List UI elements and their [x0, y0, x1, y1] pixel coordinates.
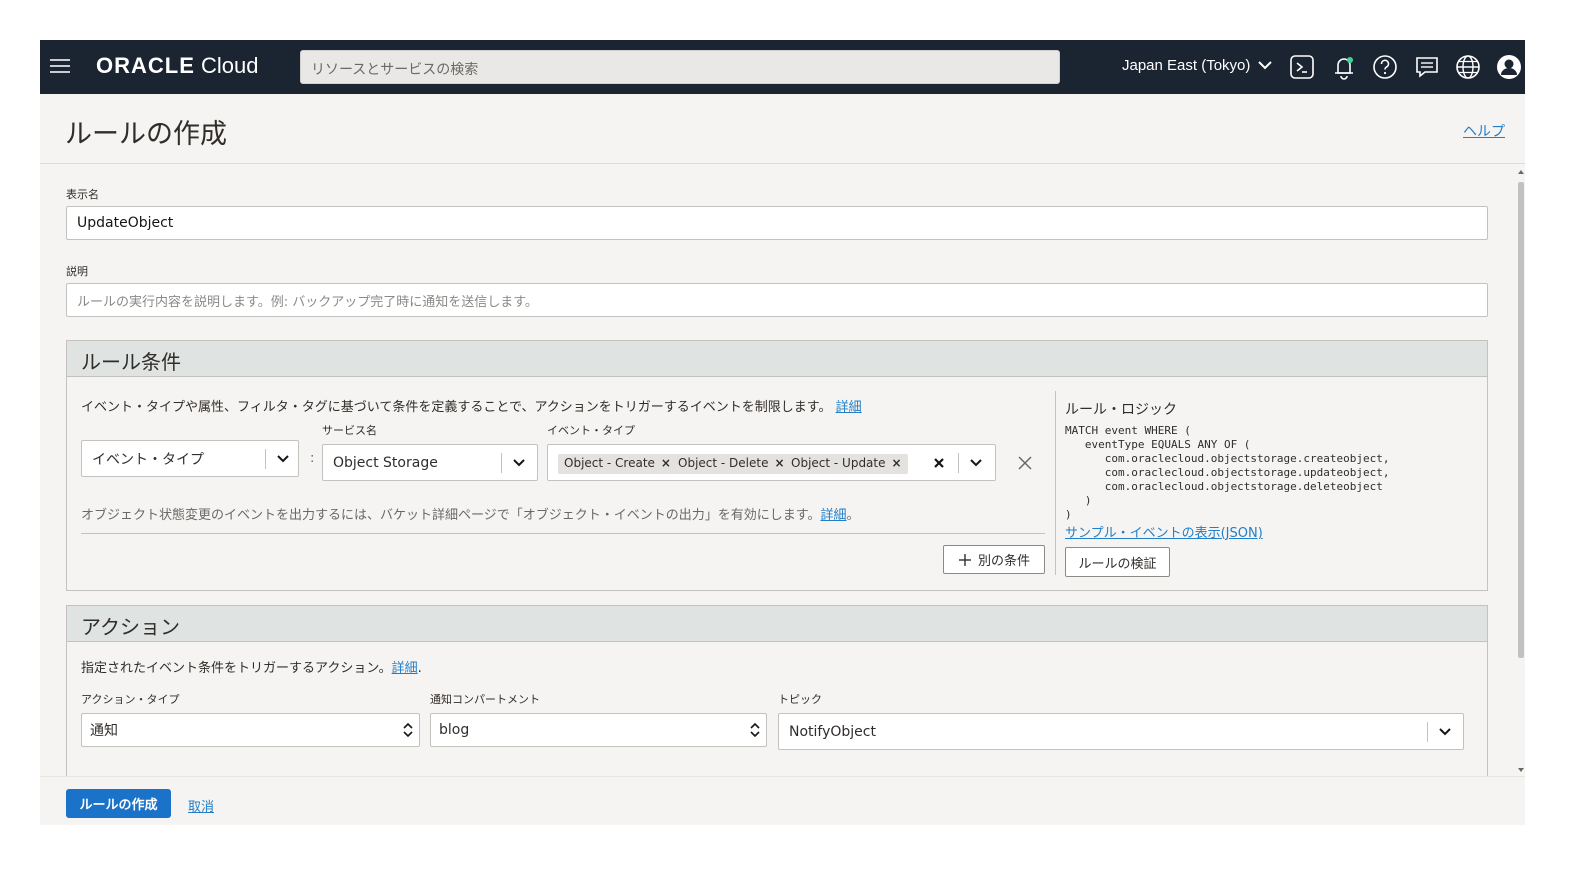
oracle-cloud-logo[interactable]: ORACLE Cloud — [96, 53, 259, 79]
search-input[interactable]: リソースとサービスの検索 — [300, 50, 1060, 84]
plus-icon — [958, 553, 971, 566]
scroll-up-arrow-icon[interactable] — [1517, 168, 1525, 176]
remove-chip-icon[interactable]: × — [774, 456, 784, 470]
event-type-chip-label: Object - Update — [791, 456, 886, 470]
actions-intro-text: 指定されたイベント条件をトリガーするアクション。 — [81, 661, 392, 676]
vertical-divider — [1055, 391, 1056, 575]
console-window: ORACLE Cloud リソースとサービスの検索 Japan East (To… — [40, 40, 1525, 825]
compartment-value: blog — [439, 722, 470, 738]
logo-product: Cloud — [201, 53, 259, 78]
topic-select[interactable]: NotifyObject — [778, 713, 1464, 750]
scrollbar-thumb[interactable] — [1518, 182, 1524, 658]
validate-rule-button[interactable]: ルールの検証 — [1065, 547, 1170, 577]
region-label: Japan East (Tokyo) — [1122, 57, 1251, 74]
topic-label: トピック — [778, 693, 822, 706]
divider — [81, 533, 1045, 534]
add-condition-button[interactable]: 別の条件 — [943, 545, 1045, 574]
sample-event-link[interactable]: サンプル・イベントの表示(JSON) — [1065, 522, 1263, 541]
select-divider — [265, 449, 266, 469]
cloud-shell-icon[interactable] — [1288, 53, 1316, 81]
create-rule-button[interactable]: ルールの作成 — [66, 789, 171, 818]
help-link[interactable]: ヘルプ — [1463, 121, 1505, 141]
region-selector[interactable]: Japan East (Tokyo) — [1122, 57, 1272, 74]
chevron-down-icon — [1439, 728, 1451, 736]
globe-icon[interactable] — [1454, 53, 1482, 81]
action-type-value: 通知 — [90, 723, 118, 739]
event-type-multiselect[interactable]: Object - Create × Object - Delete × Object… — [547, 444, 996, 481]
cancel-link[interactable]: 取消 — [188, 796, 214, 815]
display-name-label: 表示名 — [66, 188, 99, 201]
event-type-chip-label: Object - Delete — [678, 456, 769, 470]
chevron-down-icon — [277, 455, 289, 463]
logo-brand: ORACLE — [96, 53, 195, 78]
rule-conditions-intro-text: イベント・タイプや属性、フィルタ・タグに基づいて条件を定義することで、アクション… — [81, 400, 832, 415]
clear-all-icon[interactable] — [932, 456, 946, 470]
conditions-details-link[interactable]: 詳細 — [836, 400, 862, 415]
top-navigation-bar: ORACLE Cloud リソースとサービスの検索 Japan East (To… — [40, 40, 1525, 94]
select-divider — [1427, 722, 1428, 742]
note-end: 。 — [846, 508, 860, 523]
object-events-details-link[interactable]: 詳細 — [820, 508, 846, 523]
add-condition-label: 別の条件 — [977, 554, 1030, 569]
remove-condition-icon[interactable] — [1017, 455, 1033, 471]
action-type-select[interactable]: 通知 — [81, 713, 420, 747]
topic-value: NotifyObject — [789, 723, 876, 740]
rule-logic-code: MATCH event WHERE ( eventType EQUALS ANY… — [1065, 424, 1390, 521]
description-label: 説明 — [66, 265, 88, 278]
event-type-label: イベント・タイプ — [547, 424, 635, 437]
chevron-down-icon — [513, 459, 525, 467]
rule-conditions-panel: ルール条件 イベント・タイプや属性、フィルタ・タグに基づいて条件を定義することで… — [66, 340, 1488, 591]
intro-end: . — [417, 661, 422, 676]
service-name-label: サービス名 — [322, 424, 377, 437]
actions-panel: アクション 指定されたイベント条件をトリガーするアクション。詳細. アクション・… — [66, 605, 1488, 776]
user-icon[interactable] — [1495, 53, 1523, 81]
menu-icon[interactable] — [50, 57, 70, 75]
description-field[interactable]: ルールの実行内容を説明します。例: バックアップ完了時に通知を送信します。 — [66, 283, 1488, 317]
actions-details-link[interactable]: 詳細 — [392, 661, 418, 676]
chat-icon[interactable] — [1413, 53, 1441, 81]
rule-conditions-title: ルール条件 — [67, 341, 1487, 377]
form-body: 表示名 UpdateObject 説明 ルールの実行内容を説明します。例: バッ… — [40, 164, 1525, 776]
bell-icon[interactable] — [1330, 53, 1358, 81]
remove-chip-icon[interactable]: × — [892, 456, 902, 470]
rule-conditions-intro: イベント・タイプや属性、フィルタ・タグに基づいて条件を定義することで、アクション… — [81, 396, 862, 415]
remove-chip-icon[interactable]: × — [661, 456, 671, 470]
help-icon[interactable] — [1371, 53, 1399, 81]
condition-type-select[interactable]: イベント・タイプ — [81, 440, 299, 477]
notification-compartment-select[interactable]: blog — [430, 713, 767, 747]
select-divider — [958, 453, 959, 473]
select-divider — [501, 453, 502, 473]
actions-intro: 指定されたイベント条件をトリガーするアクション。詳細. — [81, 657, 422, 676]
event-type-chip[interactable]: Object - Delete × — [672, 454, 791, 474]
object-events-note: オブジェクト状態変更のイベントを出力するには、バケット詳細ページで「オブジェクト… — [81, 504, 859, 523]
page-title: ルールの作成 — [65, 119, 227, 150]
notification-compartment-label: 通知コンパートメント — [430, 693, 540, 706]
event-type-chip[interactable]: Object - Create × — [558, 454, 677, 474]
event-type-chip[interactable]: Object - Update × — [785, 454, 908, 474]
scroll-down-arrow-icon[interactable] — [1517, 766, 1525, 774]
chevron-down-icon — [1257, 61, 1272, 70]
rule-logic-title: ルール・ロジック — [1065, 402, 1177, 418]
condition-separator: : — [310, 451, 315, 466]
form-footer: ルールの作成 取消 — [40, 776, 1525, 825]
service-name-value: Object Storage — [333, 454, 438, 471]
action-type-label: アクション・タイプ — [81, 693, 180, 706]
service-name-select[interactable]: Object Storage — [322, 444, 538, 481]
display-name-field[interactable]: UpdateObject — [66, 206, 1488, 240]
actions-title: アクション — [67, 606, 1487, 642]
updown-arrow-icon — [403, 722, 413, 738]
updown-arrow-icon — [750, 722, 760, 738]
object-events-note-text: オブジェクト状態変更のイベントを出力するには、バケット詳細ページで「オブジェクト… — [81, 508, 821, 523]
chevron-down-icon — [970, 459, 982, 467]
condition-type-value: イベント・タイプ — [92, 451, 204, 468]
event-type-chip-label: Object - Create — [564, 456, 655, 470]
page-header: ルールの作成 ヘルプ — [40, 94, 1525, 164]
vertical-scrollbar[interactable] — [1516, 168, 1524, 774]
